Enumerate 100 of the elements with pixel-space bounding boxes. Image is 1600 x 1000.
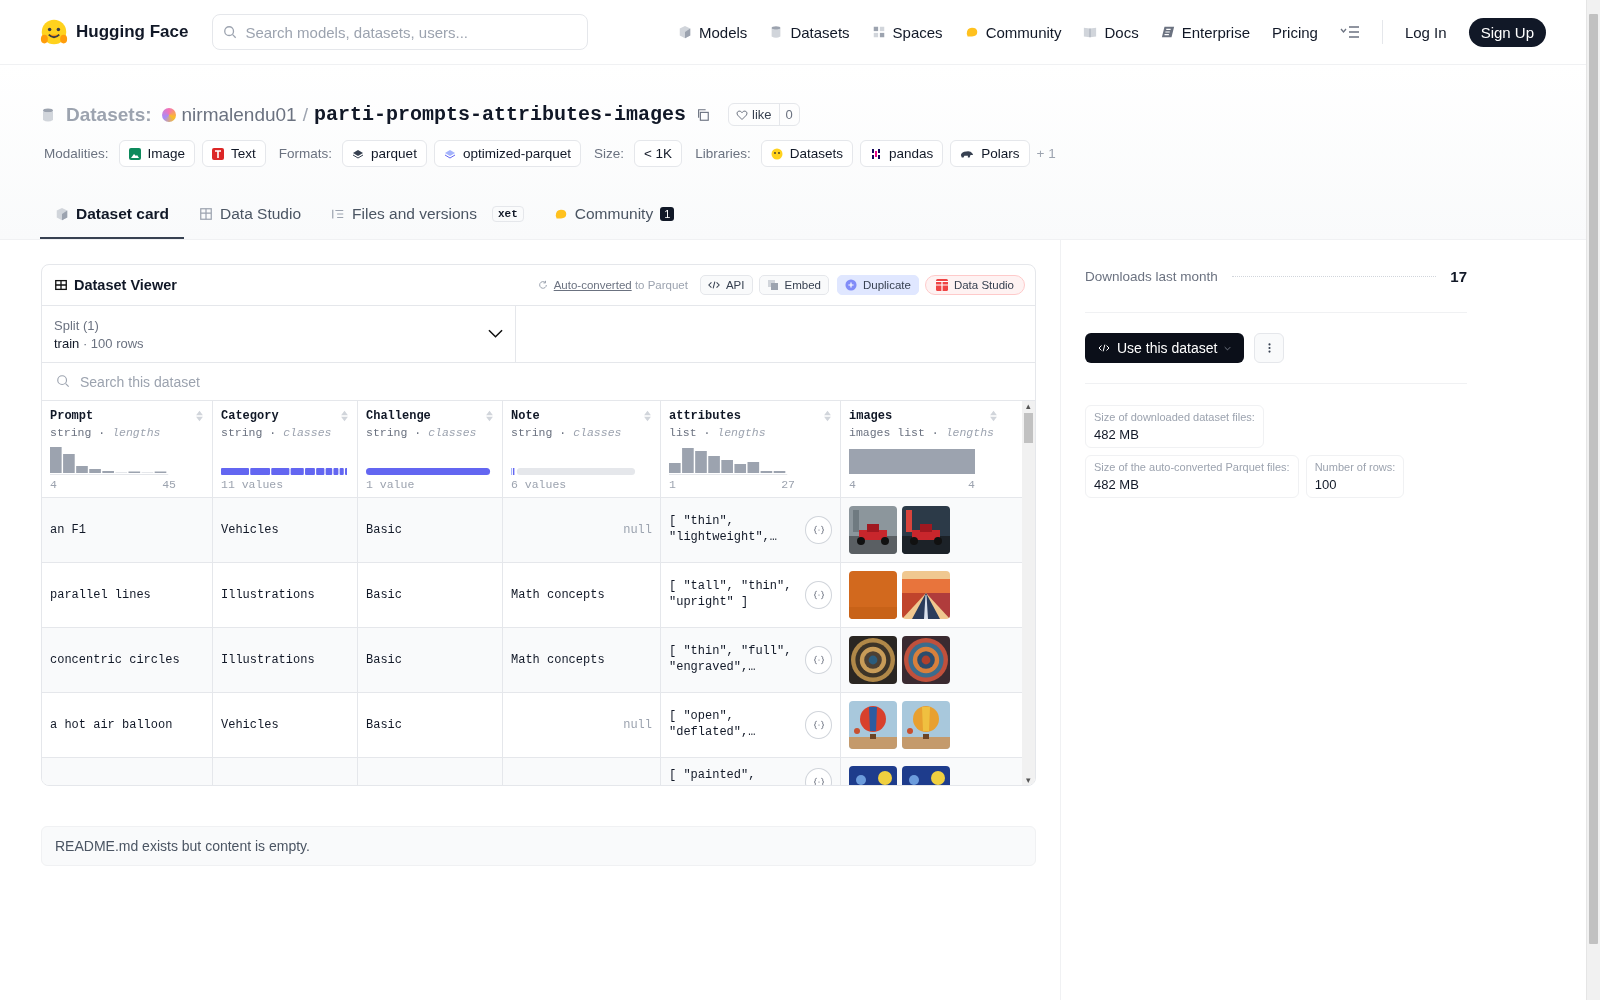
sort-icon[interactable] (485, 410, 494, 422)
downloads-label: Downloads last month (1085, 268, 1218, 284)
sort-icon[interactable] (340, 410, 349, 422)
page-scrollbar[interactable] (1586, 0, 1600, 1000)
enterprise-icon (1160, 25, 1175, 39)
menu-icon[interactable] (1339, 25, 1360, 39)
database-icon (40, 106, 56, 123)
login-link[interactable]: Log In (1404, 23, 1447, 41)
viewer-title: Dataset Viewer (74, 277, 177, 293)
tag[interactable]: < 1K (633, 140, 683, 167)
scroll-down-arrow[interactable]: ▾ (1026, 775, 1031, 785)
tag[interactable]: Text (202, 140, 266, 167)
tag-group-label: Libraries: (695, 146, 751, 161)
action-button[interactable]: Duplicate (836, 275, 919, 295)
tag[interactable]: optimized-parquet (433, 140, 581, 167)
stat-label: Size of the auto-converted Parquet files: (1094, 461, 1290, 473)
split-select[interactable]: Split (1) train · 100 rows (42, 306, 516, 362)
plus-circle-icon (844, 279, 857, 291)
tag[interactable]: Polars (950, 140, 1030, 167)
table-icon (54, 278, 68, 292)
braces-icon (812, 590, 825, 600)
table-cell-text: [ "tall", "thin", "upright" ] (669, 579, 793, 611)
sort-icon[interactable] (823, 410, 832, 422)
kebab-icon (1267, 343, 1271, 353)
tag[interactable]: Image (118, 140, 196, 167)
tag[interactable]: Datasets (760, 140, 853, 167)
sort-icon[interactable] (989, 410, 998, 422)
sort-icon[interactable] (643, 410, 652, 422)
signup-button[interactable]: Sign Up (1468, 17, 1546, 47)
table-cell: Vehicles (221, 718, 279, 732)
column-header[interactable]: Challenge string · classes 1 value (358, 401, 503, 497)
search-icon (223, 25, 238, 39)
action-button[interactable]: API (699, 275, 753, 295)
nav-link[interactable]: Enterprise (1160, 23, 1251, 41)
community-icon (964, 25, 979, 39)
column-header[interactable]: images images list · lengths 4 4 (841, 401, 1006, 497)
scrollbar[interactable]: ▴ ▾ (1022, 401, 1035, 785)
tab[interactable]: Data Studio (184, 191, 317, 239)
stat-label: Size of downloaded dataset files: (1094, 411, 1255, 423)
nav-link[interactable]: Pricing (1272, 23, 1318, 41)
table-cell-text: [ "painted", (669, 768, 757, 784)
logo-icon[interactable] (40, 18, 68, 46)
column-type: string · classes (366, 426, 478, 439)
column-header[interactable]: Prompt string · lengths 4 45 (42, 401, 213, 497)
copy-icon[interactable] (696, 107, 711, 122)
json-view-button[interactable] (805, 646, 832, 674)
cube-icon (55, 207, 69, 221)
table-cell: an F1 (50, 523, 86, 537)
smiley-icon (770, 147, 783, 160)
use-dataset-button[interactable]: Use this dataset (1085, 333, 1245, 363)
json-view-button[interactable] (805, 516, 832, 544)
tag-group-label: Modalities: (44, 146, 109, 161)
dataset-search-field[interactable]: Search this dataset (42, 363, 1035, 400)
scroll-thumb[interactable] (1024, 413, 1033, 443)
table-cell: Basic (366, 523, 402, 537)
braces-icon (812, 777, 825, 785)
auto-converted-link[interactable]: Auto-converted (553, 279, 632, 291)
table-cell: Basic (366, 588, 402, 602)
column-type: string · classes (221, 426, 333, 439)
column-header[interactable]: attributes list · lengths 1 27 (661, 401, 841, 497)
column-type: string · lengths (50, 426, 162, 439)
axis-max-label: 45 (162, 478, 176, 491)
table-cell-text: [ "thin", "lightweight",… (669, 514, 779, 546)
copy-icon (766, 279, 779, 291)
tab[interactable]: Community 1 (538, 191, 690, 239)
table-cell: Vehicles (221, 523, 279, 537)
chevron-icon (488, 329, 503, 339)
json-view-button[interactable] (805, 581, 832, 609)
tag[interactable]: parquet (342, 140, 427, 167)
text-icon (212, 147, 225, 160)
column-summary: 6 values (511, 478, 567, 491)
table-cell-text: [ "open", "deflated",… (669, 709, 757, 741)
json-view-button[interactable] (805, 711, 832, 739)
nav-link[interactable]: Docs (1083, 23, 1139, 41)
sort-icon[interactable] (195, 410, 204, 422)
more-options-button[interactable] (1254, 333, 1285, 363)
table-cell: null (623, 718, 652, 732)
brand-name[interactable]: Hugging Face (76, 22, 189, 42)
table-cell: parallel lines (50, 588, 151, 602)
tag[interactable]: pandas (859, 140, 944, 167)
braces-icon (812, 525, 825, 535)
action-button[interactable]: Embed (758, 275, 829, 295)
nav-link[interactable]: Models (678, 23, 748, 41)
nav-link[interactable]: Spaces (871, 23, 943, 41)
action-button[interactable]: Data Studio (924, 275, 1025, 295)
like-button[interactable]: like 0 (728, 103, 800, 126)
tab[interactable]: Dataset card (40, 191, 185, 239)
tab[interactable]: Files and versions xet (316, 191, 539, 239)
nav-link[interactable]: Community (964, 23, 1062, 41)
owner-link[interactable]: nirmalendu01 (181, 103, 297, 126)
conversion-note: Auto-converted to Parquet (553, 279, 688, 291)
cube-icon (678, 25, 692, 39)
table-cell: Math concepts (511, 588, 605, 602)
nav-link[interactable]: Datasets (769, 23, 850, 41)
table-icon (199, 207, 214, 221)
xet-badge: xet (491, 206, 524, 222)
scroll-up-arrow[interactable]: ▴ (1026, 401, 1031, 411)
column-header[interactable]: Note string · classes 6 values (503, 401, 661, 497)
search-field[interactable]: Search models, datasets, users... (212, 14, 589, 50)
column-header[interactable]: Category string · classes 11 values (213, 401, 358, 497)
